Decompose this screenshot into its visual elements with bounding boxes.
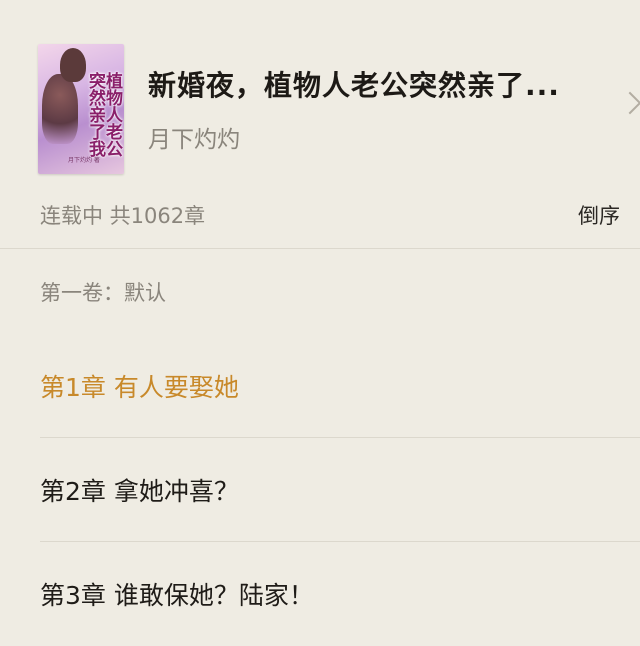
- book-cover[interactable]: 植物人老公突然亲了我 月下灼灼 著: [38, 44, 124, 174]
- chapter-item-1[interactable]: 第1章 有人要娶她: [40, 334, 640, 438]
- cover-author: 月下灼灼 著: [68, 157, 100, 164]
- book-author[interactable]: 月下灼灼: [148, 120, 240, 154]
- chapter-title: 第2章 拿她冲喜？: [40, 477, 239, 506]
- serial-status: 连载中 共1062章: [40, 204, 206, 228]
- chapter-title: 第1章 有人要娶她: [40, 373, 239, 402]
- sort-order-button[interactable]: 倒序: [578, 200, 620, 230]
- chapter-item-2[interactable]: 第2章 拿她冲喜？: [40, 438, 640, 542]
- volume-label: 第一卷：默认: [40, 281, 166, 305]
- chevron-right-icon[interactable]: [618, 91, 640, 115]
- book-header[interactable]: 植物人老公突然亲了我 月下灼灼 著 新婚夜，植物人老公突然亲了... 月下灼灼: [0, 0, 640, 190]
- chapter-item-3[interactable]: 第3章 谁敢保她？陆家！: [40, 542, 640, 646]
- book-title[interactable]: 新婚夜，植物人老公突然亲了...: [148, 64, 608, 104]
- chapter-title: 第3章 谁敢保她？陆家！: [40, 581, 314, 610]
- status-row: 连载中 共1062章 倒序: [0, 190, 640, 249]
